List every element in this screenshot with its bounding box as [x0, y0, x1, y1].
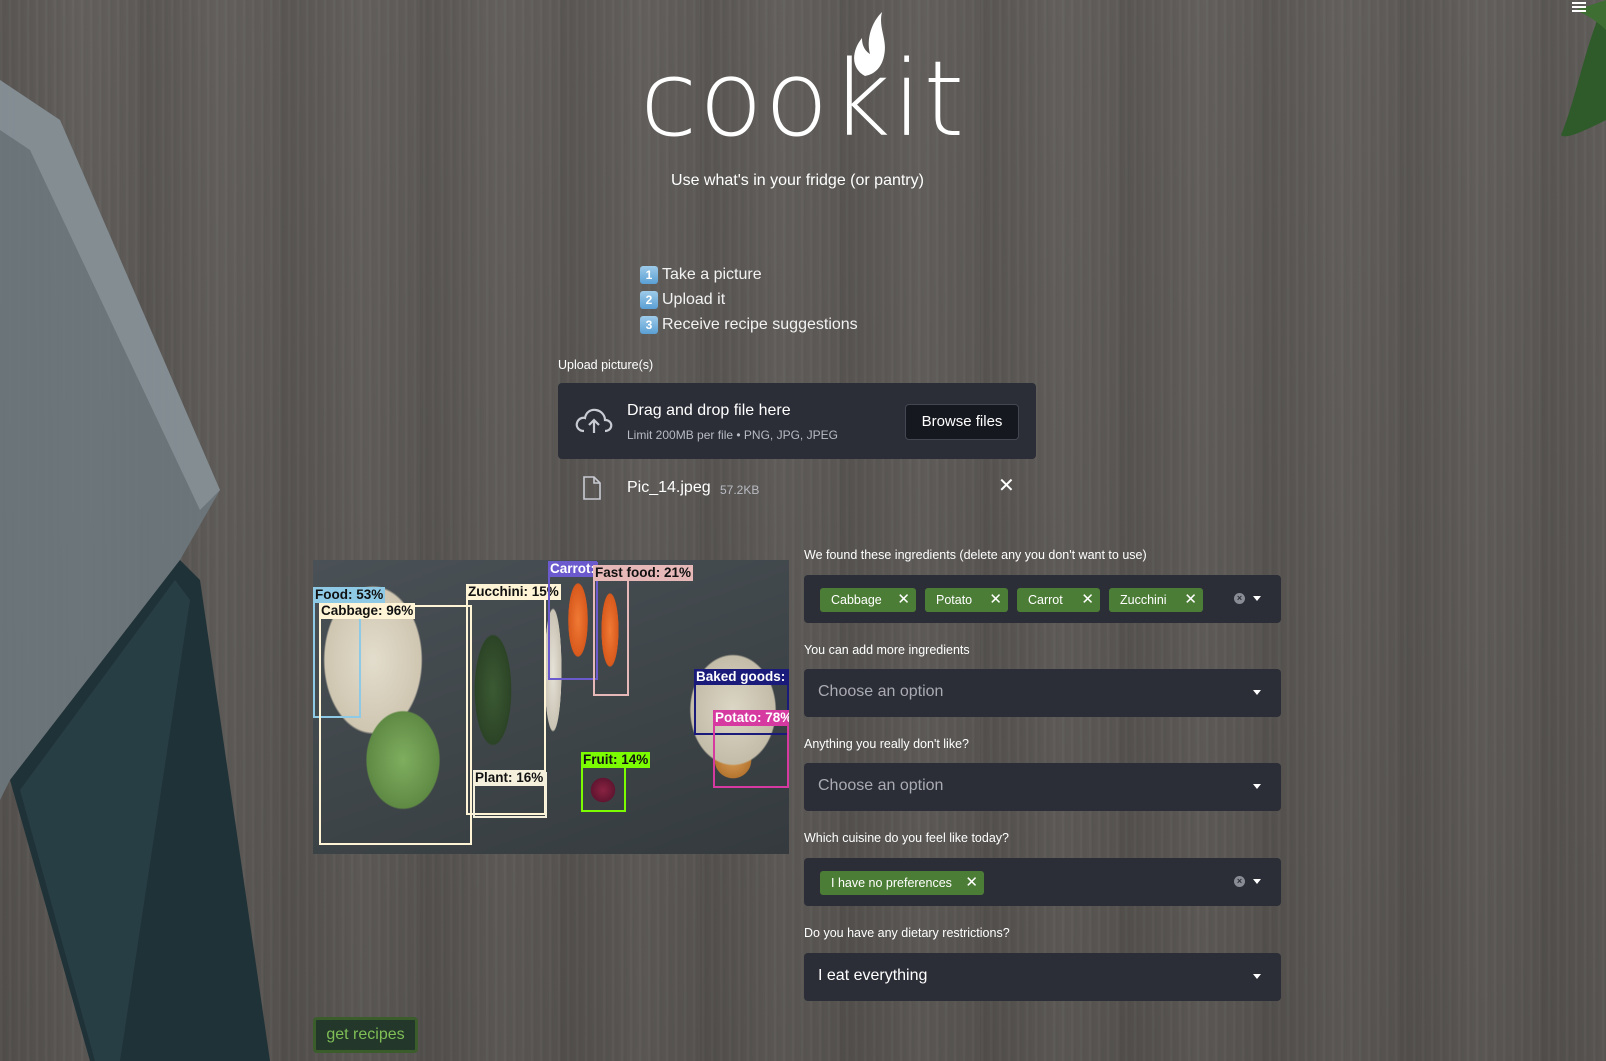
bbox-label-potato: Potato: 78%: [713, 710, 789, 726]
bbox-label-fast-food: Fast food: 21%: [593, 565, 694, 581]
step-item: 3 Receive recipe suggestions: [640, 312, 858, 337]
cuisine-label: Which cuisine do you feel like today?: [804, 831, 1009, 845]
chevron-down-icon[interactable]: [1253, 596, 1261, 601]
tagline: Use what's in your fridge (or pantry): [671, 172, 924, 189]
uploaded-file-row: Pic_14.jpeg 57.2KB ✕: [578, 474, 1018, 504]
add-ingredients-select[interactable]: Choose an option: [804, 669, 1281, 717]
clear-all-icon[interactable]: ×: [1234, 876, 1245, 887]
ingredient-tag-label: Carrot: [1028, 593, 1063, 607]
bbox-label-carrot: Carrot:: [548, 561, 598, 577]
remove-tag-close-icon[interactable]: ✕: [965, 871, 978, 895]
get-recipes-button[interactable]: get recipes: [313, 1017, 418, 1053]
ingredients-multiselect[interactable]: Cabbage ✕ Potato ✕ Carrot ✕ Zucchini ✕ ×: [804, 575, 1281, 623]
bbox-fast-food: [593, 566, 629, 696]
leaf-background-image: [1561, 0, 1606, 137]
logo-text: cookit: [640, 38, 967, 160]
chevron-down-icon[interactable]: [1253, 974, 1261, 979]
clear-all-icon[interactable]: ×: [1234, 593, 1245, 604]
chevron-down-icon[interactable]: [1253, 690, 1261, 695]
file-icon: [583, 476, 601, 500]
bbox-label-cabbage: Cabbage: 96%: [319, 603, 416, 619]
keycap-1-icon: 1: [640, 265, 658, 284]
ingredient-tag: Zucchini ✕: [1109, 588, 1203, 612]
cloud-upload-icon: [575, 408, 613, 433]
remove-tag-close-icon[interactable]: ✕: [897, 588, 910, 612]
dislikes-select[interactable]: Choose an option: [804, 763, 1281, 811]
ingredients-label: We found these ingredients (delete any y…: [804, 548, 1147, 562]
remove-tag-close-icon[interactable]: ✕: [989, 588, 1002, 612]
bbox-label-baked-goods: Baked goods:: [694, 669, 788, 685]
remove-tag-close-icon[interactable]: ✕: [1184, 588, 1197, 612]
bbox-label-food: Food: 53%: [313, 587, 386, 603]
ingredient-tag-label: Cabbage: [831, 593, 882, 607]
add-ingredients-label: You can add more ingredients: [804, 643, 970, 657]
ingredient-tag-label: Zucchini: [1120, 593, 1167, 607]
step-item: 2 Upload it: [640, 287, 858, 312]
step-item: 1 Take a picture: [640, 262, 858, 287]
dislikes-placeholder: Choose an option: [818, 777, 944, 794]
step-text: Receive recipe suggestions: [662, 316, 858, 333]
remove-file-close-icon[interactable]: ✕: [998, 476, 1015, 496]
file-dropzone[interactable]: Drag and drop file here Limit 200MB per …: [558, 383, 1036, 459]
step-text: Take a picture: [662, 266, 762, 283]
ingredient-tag: Potato ✕: [925, 588, 1008, 612]
cuisine-tag: I have no preferences ✕: [820, 871, 984, 895]
dropzone-title: Drag and drop file here: [627, 402, 791, 419]
ingredient-tag-label: Potato: [936, 593, 973, 607]
dislikes-label: Anything you really don't like?: [804, 737, 969, 751]
dropzone-hint: Limit 200MB per file • PNG, JPG, JPEG: [627, 428, 838, 442]
bbox-carrot: [548, 562, 598, 680]
keycap-3-icon: 3: [640, 315, 658, 334]
chevron-down-icon[interactable]: [1253, 879, 1261, 884]
bbox-label-plant: Plant: 16%: [473, 770, 546, 786]
file-name: Pic_14.jpeg: [627, 479, 711, 496]
step-text: Upload it: [662, 291, 726, 308]
upload-label: Upload picture(s): [558, 358, 654, 372]
cookit-logo: cookit: [640, 8, 967, 160]
steps-list: 1 Take a picture 2 Upload it 3 Receive r…: [640, 262, 858, 337]
knife-background-image: [0, 80, 270, 1061]
dietary-label: Do you have any dietary restrictions?: [804, 926, 1010, 940]
keycap-2-icon: 2: [640, 290, 658, 309]
file-size: 57.2KB: [720, 483, 760, 497]
ingredient-tag: Cabbage ✕: [820, 588, 916, 612]
cuisine-tag-label: I have no preferences: [831, 876, 952, 890]
hamburger-menu-icon[interactable]: [1572, 0, 1586, 14]
cuisine-multiselect[interactable]: I have no preferences ✕ ×: [804, 858, 1281, 906]
browse-files-button[interactable]: Browse files: [905, 404, 1019, 440]
chevron-down-icon[interactable]: [1253, 784, 1261, 789]
ingredient-tag: Carrot ✕: [1017, 588, 1100, 612]
detection-result-image: Food: 53% Cabbage: 96% Zucchini: 15% Car…: [313, 560, 789, 854]
dietary-select[interactable]: I eat everything: [804, 953, 1281, 1001]
remove-tag-close-icon[interactable]: ✕: [1081, 588, 1094, 612]
bbox-label-fruit: Fruit: 14%: [581, 752, 651, 768]
bbox-label-zucchini: Zucchini: 15%: [466, 584, 561, 600]
dietary-selected-value: I eat everything: [818, 967, 928, 984]
bbox-cabbage: [319, 605, 472, 845]
add-ingredients-placeholder: Choose an option: [818, 683, 944, 700]
